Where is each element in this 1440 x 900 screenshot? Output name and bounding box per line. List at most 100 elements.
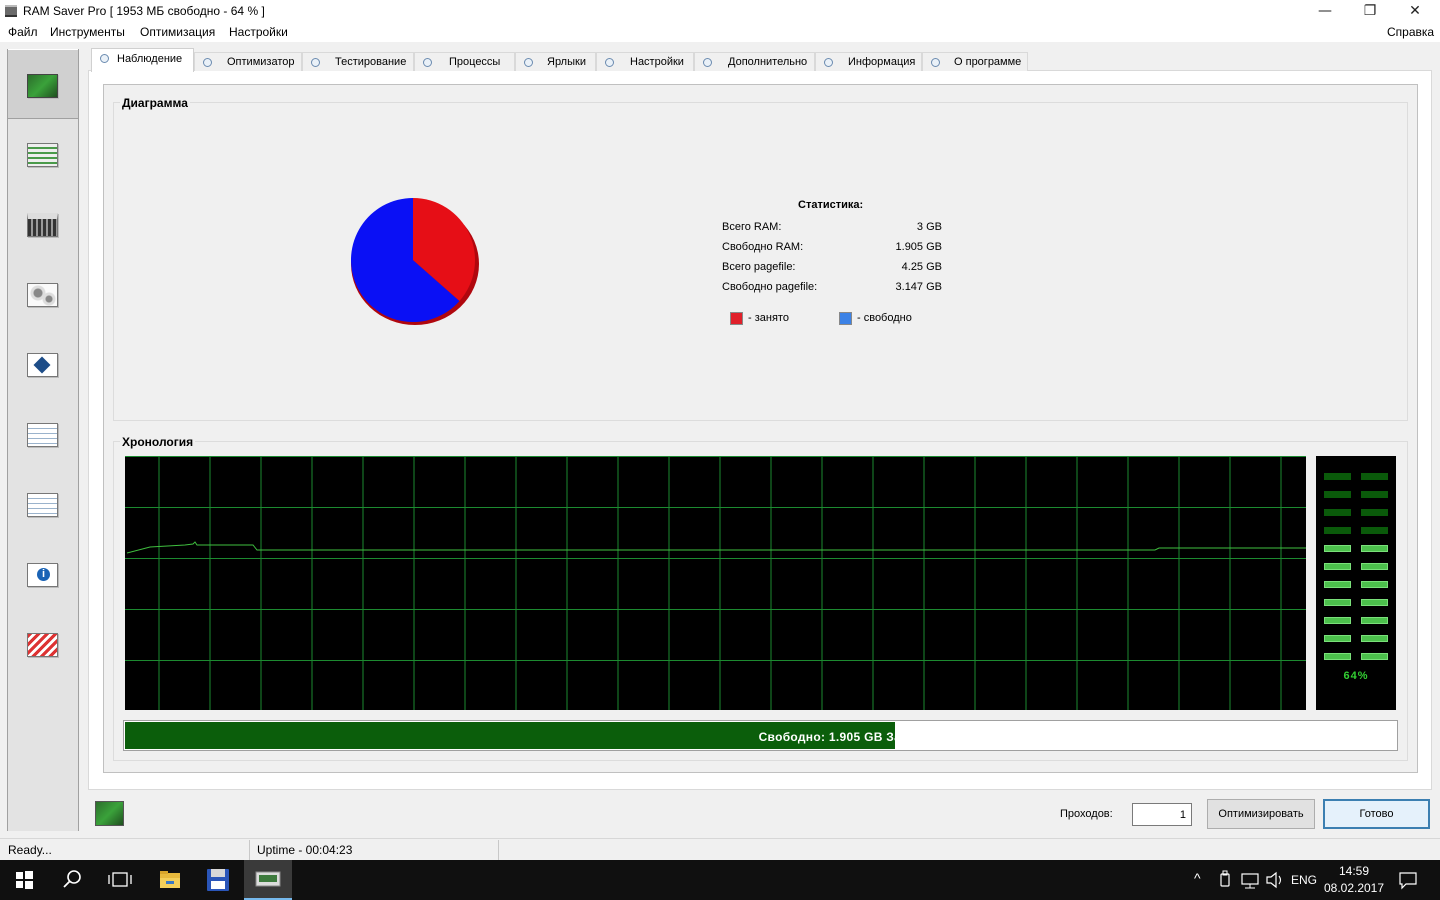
meter-bar	[1324, 563, 1351, 570]
meter-bar	[1361, 635, 1388, 642]
close-button[interactable]: ✕	[1392, 0, 1438, 24]
sidebar-item-settings[interactable]	[8, 399, 78, 469]
meter-bar	[1361, 545, 1388, 552]
shortcut-arrow-icon	[27, 353, 58, 377]
clock[interactable]: 14:59 08.02.2017	[1318, 863, 1390, 897]
tab-shortcuts[interactable]: Ярлыки	[515, 52, 596, 71]
meter-bar	[1324, 509, 1351, 516]
status-ready: Ready...	[8, 843, 52, 857]
memory-history-graph	[125, 456, 1306, 710]
memory-progress-bar: Свободно: 1.905 GB Занято: 1.095 GB - 64…	[123, 720, 1398, 751]
diagram-title: Диаграмма	[120, 96, 190, 110]
sidebar	[7, 49, 79, 831]
sidebar-item-testing[interactable]	[8, 189, 78, 259]
memory-usage-line	[126, 541, 1306, 554]
sidebar-item-processes[interactable]	[8, 259, 78, 329]
tab-about[interactable]: О программе	[922, 52, 1028, 71]
file-explorer-icon[interactable]	[146, 860, 194, 900]
meter-bar	[1324, 617, 1351, 624]
passes-label: Проходов:	[1060, 808, 1113, 820]
monitor-chart-icon[interactable]	[95, 801, 124, 826]
task-view-icon[interactable]	[96, 860, 144, 900]
tab-optimizer[interactable]: Оптимизатор	[194, 52, 302, 71]
radio-icon	[100, 54, 109, 63]
search-icon[interactable]	[48, 860, 96, 900]
title-bar: RAM Saver Pro [ 1953 МБ свободно - 64 % …	[0, 0, 1440, 24]
menu-help[interactable]: Справка	[1387, 25, 1434, 39]
sidebar-item-about[interactable]	[8, 609, 78, 679]
meter-bar	[1324, 653, 1351, 660]
sidebar-item-optimizer[interactable]	[8, 119, 78, 189]
minimize-button[interactable]: —	[1302, 0, 1348, 24]
info-icon	[27, 563, 58, 587]
stat-row-free-pagefile: Свободно pagefile: 3.147 GB	[722, 281, 942, 293]
meter-bar	[1324, 545, 1351, 552]
list-icon	[27, 143, 58, 167]
stat-row-total-ram: Всего RAM: 3 GB	[722, 221, 942, 233]
taskbar: ^ ENG 14:59 08.02.2017	[0, 860, 1440, 900]
sidebar-item-shortcuts[interactable]	[8, 329, 78, 399]
radio-icon	[423, 58, 432, 67]
sidebar-item-advanced[interactable]	[8, 469, 78, 539]
radio-icon	[524, 58, 533, 67]
envelope-icon	[27, 633, 58, 657]
meter-bar	[1324, 491, 1351, 498]
stat-row-total-pagefile: Всего pagefile: 4.25 GB	[722, 261, 942, 273]
usb-icon[interactable]	[1216, 860, 1236, 900]
save-disk-icon[interactable]	[194, 860, 242, 900]
start-button[interactable]	[0, 860, 48, 900]
menu-tools[interactable]: Инструменты	[50, 25, 125, 39]
radio-icon	[703, 58, 712, 67]
optimize-button[interactable]: Оптимизировать	[1207, 799, 1315, 829]
app-icon	[5, 5, 17, 17]
network-icon[interactable]	[1240, 860, 1262, 900]
meter-bar	[1361, 599, 1388, 606]
meter-bar	[1361, 509, 1388, 516]
status-separator	[249, 840, 250, 860]
meter-bar	[1361, 491, 1388, 498]
status-bar: Ready... Uptime - 00:04:23	[0, 838, 1440, 860]
menu-bar: Файл Инструменты Оптимизация Настройки С…	[0, 24, 1440, 42]
chronology-title: Хронология	[120, 435, 196, 449]
volume-icon[interactable]	[1264, 860, 1284, 900]
tab-monitoring[interactable]: Наблюдение	[91, 48, 194, 72]
meter-bar	[1324, 527, 1351, 534]
progress-text-clip: Свободно: 1.905 GB Занято: 1.095 GB - 64…	[125, 722, 895, 749]
menu-optimization[interactable]: Оптимизация	[140, 25, 215, 39]
maximize-button[interactable]: ❐	[1347, 0, 1393, 24]
monitor-chart-icon	[27, 74, 58, 98]
checklist-icon	[27, 423, 58, 447]
menu-file[interactable]: Файл	[8, 25, 38, 39]
statistics-title: Статистика:	[798, 199, 864, 211]
legend-free-label: - свободно	[857, 312, 912, 324]
sidebar-item-monitoring[interactable]	[8, 49, 78, 119]
done-button[interactable]: Готово	[1323, 799, 1430, 829]
sidebar-item-information[interactable]	[8, 539, 78, 609]
passes-input[interactable]	[1132, 803, 1192, 826]
tab-information[interactable]: Информация	[815, 52, 922, 71]
meter-bar	[1361, 617, 1388, 624]
meter-bar	[1324, 599, 1351, 606]
legend-used-label: - занято	[748, 312, 789, 324]
gears-icon	[27, 283, 58, 307]
meter-bar	[1324, 473, 1351, 480]
tab-processes[interactable]: Процессы	[414, 52, 515, 71]
language-indicator[interactable]: ENG	[1291, 873, 1317, 900]
graph-grid	[125, 456, 1306, 710]
radio-icon	[605, 58, 614, 67]
meter-bar	[1324, 635, 1351, 642]
legend-used-swatch	[730, 312, 743, 325]
meter-bar	[1361, 527, 1388, 534]
tab-settings[interactable]: Настройки	[596, 52, 694, 71]
memory-level-meter: 64%	[1316, 456, 1396, 710]
radio-icon	[311, 58, 320, 67]
menu-settings[interactable]: Настройки	[229, 25, 288, 39]
tray-overflow-icon[interactable]: ^	[1194, 870, 1201, 900]
memory-chip-icon	[27, 213, 58, 237]
meter-bar	[1361, 563, 1388, 570]
legend-free-swatch	[839, 312, 852, 325]
ram-saver-taskbar-icon[interactable]	[244, 860, 292, 900]
tab-testing[interactable]: Тестирование	[302, 52, 414, 71]
tab-advanced[interactable]: Дополнительно	[694, 52, 815, 71]
notifications-icon[interactable]	[1396, 860, 1420, 900]
